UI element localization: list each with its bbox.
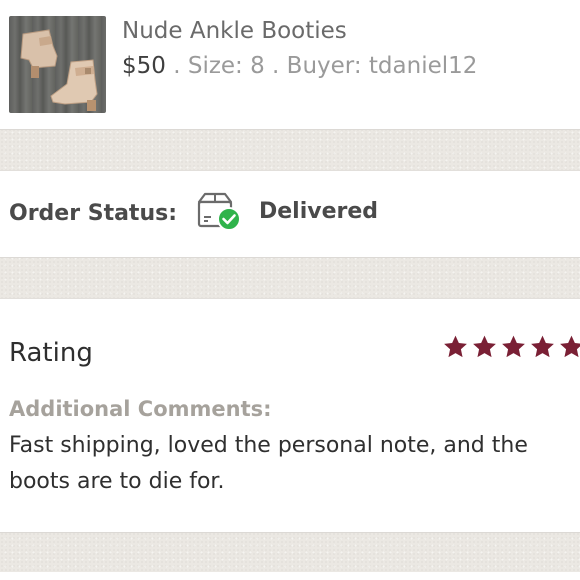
order-status-value: Delivered xyxy=(259,199,379,224)
order-status-label: Order Status: xyxy=(9,201,178,226)
next-card-edge xyxy=(0,572,580,580)
item-title[interactable]: Nude Ankle Booties xyxy=(122,18,347,44)
item-thumbnail[interactable] xyxy=(9,16,106,113)
rating-stars xyxy=(442,334,580,362)
star-icon xyxy=(560,335,580,358)
item-meta: $50 . Size: 8 . Buyer: tdaniel12 xyxy=(122,53,477,79)
boot-photo-icon xyxy=(20,29,98,111)
comments-label: Additional Comments: xyxy=(9,397,272,421)
delivered-box-check-icon xyxy=(195,190,243,232)
star-icon xyxy=(502,335,525,358)
item-details: . Size: 8 . Buyer: tdaniel12 xyxy=(165,53,478,79)
rating-title: Rating xyxy=(9,338,93,368)
star-icon xyxy=(531,335,554,358)
item-price: $50 xyxy=(122,53,166,79)
comments-text: Fast shipping, loved the personal note, … xyxy=(9,433,528,494)
star-icon xyxy=(473,335,496,358)
order-detail-page: Nude Ankle Booties $50 . Size: 8 . Buyer… xyxy=(0,0,580,580)
star-icon xyxy=(444,335,467,358)
